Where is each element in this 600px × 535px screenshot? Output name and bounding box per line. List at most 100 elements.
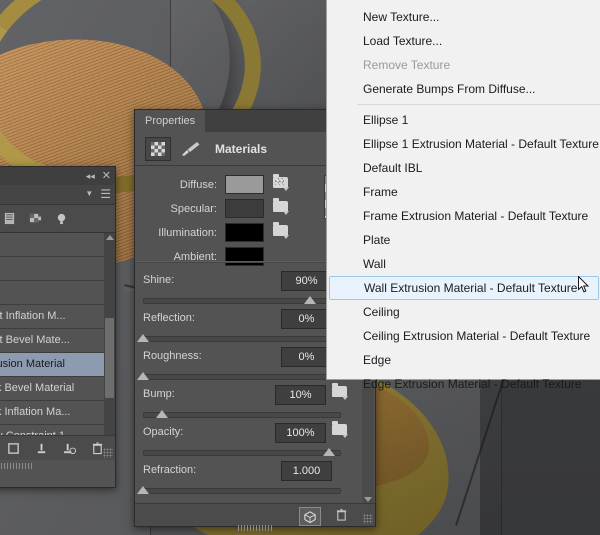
menu-item[interactable]: Edge: [327, 348, 600, 372]
load-3d-material-icon[interactable]: [299, 507, 321, 526]
menu-item[interactable]: Frame Extrusion Material - Default Textu…: [327, 204, 600, 228]
menu-item-label: Generate Bumps From Diffuse...: [363, 82, 536, 96]
slider-thumb[interactable]: [304, 296, 317, 304]
material-list-item[interactable]: [0, 233, 115, 257]
menu-item[interactable]: Ellipse 1 Extrusion Material - Default T…: [327, 132, 600, 156]
panel-drag-grip[interactable]: [238, 525, 272, 531]
panel-drag-grip[interactable]: [0, 463, 32, 469]
slider-track[interactable]: [143, 412, 341, 418]
chevron-down-icon[interactable]: ▼: [85, 190, 93, 198]
color-swatch[interactable]: [225, 199, 264, 218]
material-list[interactable]: ll Front Inflation M... ll Front Bevel Ma…: [0, 233, 115, 435]
slider-value-field[interactable]: 0%: [281, 347, 332, 367]
properties-footer: [135, 503, 375, 531]
tab-properties[interactable]: Properties: [135, 110, 206, 132]
menu-item-label: Ellipse 1: [363, 113, 409, 127]
menu-item[interactable]: Wall Extrusion Material - Default Textur…: [329, 276, 599, 300]
menu-item[interactable]: New Texture...: [327, 5, 600, 29]
menu-item[interactable]: Ceiling: [327, 300, 600, 324]
menu-item[interactable]: Ceiling Extrusion Material - Default Tex…: [327, 324, 600, 348]
slider-value-field[interactable]: 10%: [275, 385, 326, 405]
add-light-icon[interactable]: [35, 442, 48, 455]
double-left-arrow-icon[interactable]: ◂◂: [86, 172, 95, 181]
scrollbar-thumb[interactable]: [105, 318, 114, 398]
menu-item-label: Load Texture...: [363, 34, 443, 48]
texture-folder-icon[interactable]: [273, 197, 291, 217]
menu-item[interactable]: Ellipse 1: [327, 108, 600, 132]
menu-item: Remove Texture: [327, 53, 600, 77]
menu-item[interactable]: Load Texture...: [327, 29, 600, 53]
slider-track[interactable]: [143, 488, 341, 494]
material-list-item[interactable]: [0, 257, 115, 281]
resize-grip[interactable]: [363, 514, 373, 524]
slider-value-field[interactable]: 100%: [275, 423, 326, 443]
color-property-label: Diffuse:: [179, 178, 217, 191]
checker-material-icon[interactable]: [145, 136, 171, 161]
texture-folder-icon[interactable]: [273, 173, 291, 193]
menu-item-label: Plate: [363, 233, 391, 247]
delete-light-icon[interactable]: [63, 442, 76, 455]
light-icon[interactable]: [55, 212, 68, 225]
color-swatch[interactable]: [225, 247, 264, 266]
color-swatch[interactable]: [225, 175, 264, 194]
slider-value-field[interactable]: 1.000: [281, 461, 332, 481]
material-list-item[interactable]: ll Back Inflation Ma...: [0, 401, 115, 425]
panel-3d-titlebar: ◂◂ ✕: [0, 167, 115, 185]
slider-track[interactable]: [143, 450, 341, 456]
trash-icon[interactable]: [335, 507, 348, 522]
texture-context-menu: New Texture... Load Texture... Remove Text…: [326, 0, 600, 391]
section-title: Materials: [215, 141, 268, 156]
slider-label: Shine:: [143, 274, 175, 286]
slider-label: Refraction:: [143, 464, 197, 476]
slider-thumb[interactable]: [323, 448, 335, 456]
menu-item[interactable]: Generate Bumps From Diffuse...: [327, 77, 600, 101]
scroll-down-arrow-icon[interactable]: [364, 497, 372, 502]
menu-item-label: Default IBL: [363, 161, 423, 175]
material-list-scrollbar[interactable]: [104, 233, 115, 435]
scene-icon[interactable]: [3, 212, 16, 225]
color-swatch[interactable]: [225, 223, 264, 242]
menu-separator: [357, 104, 600, 105]
scroll-up-arrow-icon[interactable]: [106, 235, 114, 240]
slider-track[interactable]: [143, 336, 341, 342]
material-list-item[interactable]: ll Extrusion Material: [0, 353, 115, 377]
menu-item[interactable]: Wall: [327, 252, 600, 276]
material-list-item-label: ll Front Inflation M...: [0, 310, 66, 322]
menu-item-label: Ceiling Extrusion Material - Default Tex…: [363, 329, 591, 343]
slider-thumb[interactable]: [137, 372, 149, 380]
menu-item-label: Edge: [363, 353, 392, 367]
slider-value-field[interactable]: 0%: [281, 309, 332, 329]
menu-item-label: Ceiling: [363, 305, 400, 319]
material-list-item[interactable]: [0, 281, 115, 305]
resize-grip[interactable]: [103, 448, 113, 458]
mouse-pointer-icon: [578, 276, 590, 293]
slider-label: Reflection:: [143, 312, 195, 324]
slider-value-field[interactable]: 90%: [281, 271, 332, 291]
menu-item[interactable]: Frame: [327, 180, 600, 204]
slider-property: Opacity: 100%: [135, 421, 364, 460]
slider-thumb[interactable]: [137, 486, 149, 494]
material-list-item[interactable]: ll Back Bevel Material: [0, 377, 115, 401]
menu-item[interactable]: Default IBL: [327, 156, 600, 180]
menu-item-label: Frame: [363, 185, 398, 199]
panel-3d-tabbar: ▼ ☰: [0, 185, 115, 205]
slider-label: Roughness:: [143, 350, 202, 362]
material-icon[interactable]: [29, 212, 42, 225]
texture-folder-icon[interactable]: [273, 221, 291, 241]
material-list-item[interactable]: undary Constraint 1...: [0, 425, 115, 435]
slider-track[interactable]: [143, 374, 341, 380]
menu-item[interactable]: Edge Extrusion Material - Default Textur…: [327, 372, 600, 396]
material-list-item-label: ll Extrusion Material: [0, 358, 65, 370]
menu-item[interactable]: Plate: [327, 228, 600, 252]
texture-folder-icon[interactable]: [332, 421, 348, 438]
panel-menu-icon[interactable]: ☰: [100, 188, 111, 200]
slider-label: Bump:: [143, 388, 175, 400]
new-shape-icon[interactable]: [7, 442, 20, 455]
slider-thumb[interactable]: [137, 334, 149, 342]
close-icon[interactable]: ✕: [102, 171, 111, 182]
material-list-item[interactable]: ll Front Bevel Mate...: [0, 329, 115, 353]
color-property-label: Illumination:: [158, 226, 217, 239]
slider-thumb[interactable]: [155, 410, 168, 418]
brush-icon[interactable]: [180, 141, 202, 157]
material-list-item[interactable]: ll Front Inflation M...: [0, 305, 115, 329]
